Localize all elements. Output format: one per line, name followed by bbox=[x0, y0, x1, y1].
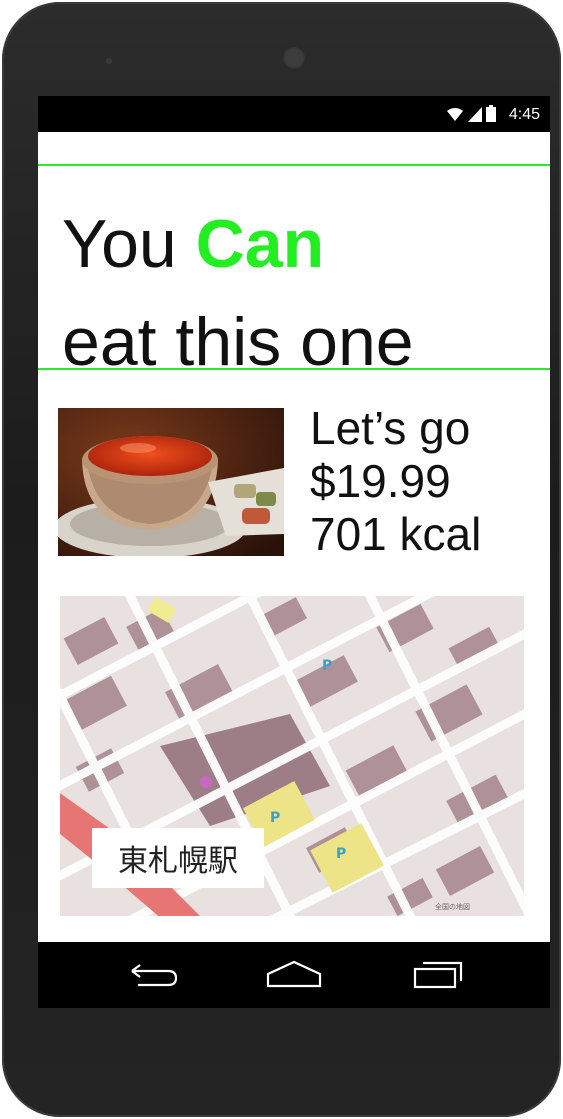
front-camera bbox=[282, 46, 306, 70]
map-attribution: 全国の地図 bbox=[435, 904, 470, 911]
svg-text:P: P bbox=[270, 810, 280, 826]
battery-icon bbox=[486, 105, 496, 122]
home-button[interactable] bbox=[264, 956, 324, 994]
recents-icon bbox=[413, 961, 463, 989]
sensor-dot bbox=[106, 58, 112, 64]
salmon-roe-bowl-image bbox=[58, 408, 284, 556]
signal-icon bbox=[468, 106, 482, 122]
station-label: 東札幌駅 bbox=[92, 828, 264, 888]
recents-button[interactable] bbox=[408, 956, 468, 994]
back-icon bbox=[131, 964, 178, 987]
map-view[interactable]: P P P 東札幌駅 全国の地図 bbox=[60, 596, 524, 916]
headline-banner: You Can eat this one bbox=[38, 164, 550, 376]
status-icons bbox=[446, 105, 496, 122]
back-button[interactable] bbox=[124, 956, 184, 994]
food-info: Let’s go $19.99 701 kcal bbox=[310, 402, 481, 561]
screen: 4:45 You Can eat this one Let’s go $19.9… bbox=[38, 96, 550, 1008]
action-link[interactable]: Let’s go bbox=[310, 402, 481, 455]
headline-line-1: You Can bbox=[62, 210, 324, 278]
headline-prefix: You bbox=[62, 206, 196, 282]
phone-frame: 4:45 You Can eat this one Let’s go $19.9… bbox=[2, 2, 561, 1117]
home-icon bbox=[266, 960, 322, 988]
navigation-bar bbox=[38, 942, 550, 1008]
price-label: $19.99 bbox=[310, 455, 451, 507]
headline-highlight: Can bbox=[195, 206, 325, 282]
food-photo[interactable] bbox=[58, 408, 284, 556]
svg-text:P: P bbox=[336, 846, 346, 862]
calories-label: 701 kcal bbox=[310, 508, 482, 560]
wifi-icon bbox=[447, 107, 463, 121]
headline-line-2: eat this one bbox=[62, 304, 414, 380]
status-bar: 4:45 bbox=[38, 96, 550, 132]
status-time: 4:45 bbox=[508, 106, 540, 123]
svg-text:P: P bbox=[322, 658, 332, 674]
